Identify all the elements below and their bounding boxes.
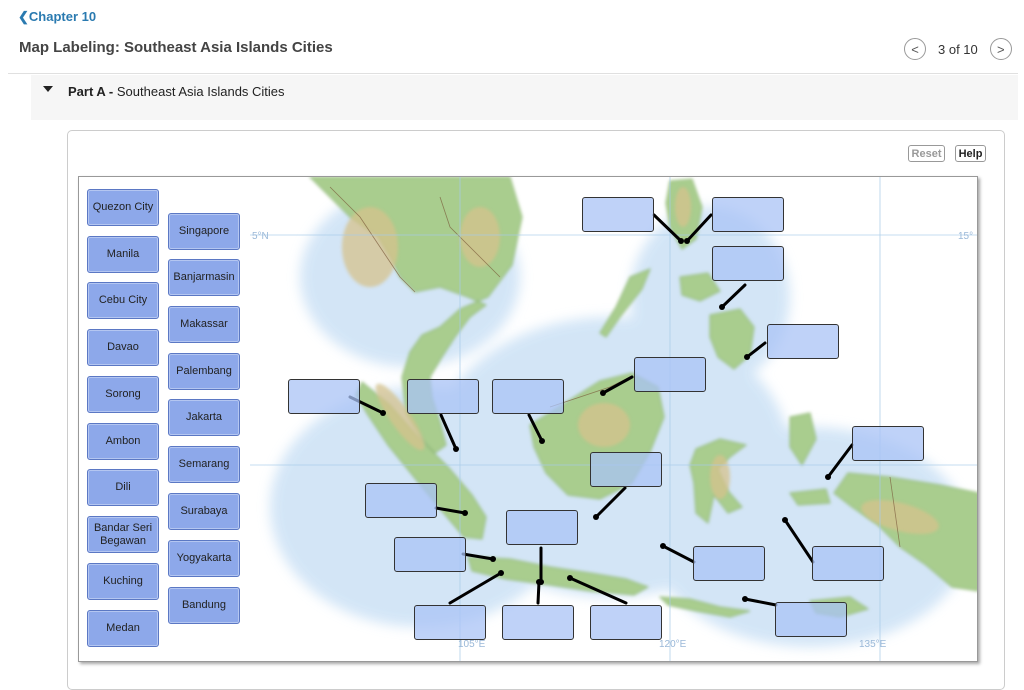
label-chip[interactable]: Dili bbox=[87, 469, 159, 506]
label-chip[interactable]: Bandar Seri Begawan bbox=[87, 516, 159, 553]
lat-label-east: 15° bbox=[958, 231, 973, 242]
drop-target[interactable] bbox=[775, 602, 847, 637]
labeling-workspace: Quezon City Manila Cebu City Davao Soron… bbox=[78, 176, 978, 662]
part-title: Part A - Southeast Asia Islands Cities bbox=[68, 84, 285, 99]
drop-target[interactable] bbox=[288, 379, 360, 414]
drop-target[interactable] bbox=[712, 246, 784, 281]
label-chip[interactable]: Singapore bbox=[168, 213, 240, 250]
drop-target[interactable] bbox=[634, 357, 706, 392]
previous-button[interactable]: < bbox=[904, 38, 926, 60]
collapse-triangle-icon[interactable] bbox=[43, 86, 53, 92]
label-chip[interactable]: Sorong bbox=[87, 376, 159, 413]
drop-target[interactable] bbox=[365, 483, 437, 518]
drop-target[interactable] bbox=[394, 537, 466, 572]
drop-target[interactable] bbox=[852, 426, 924, 461]
back-label: Chapter 10 bbox=[28, 9, 97, 24]
help-button[interactable]: Help bbox=[955, 145, 986, 162]
drop-target[interactable] bbox=[502, 605, 574, 640]
label-chip[interactable]: Makassar bbox=[168, 306, 240, 343]
lon-label: 105°E bbox=[458, 639, 486, 650]
label-chip[interactable]: Quezon City bbox=[87, 189, 159, 226]
label-chip[interactable]: Surabaya bbox=[168, 493, 240, 530]
label-chip[interactable]: Semarang bbox=[168, 446, 240, 483]
label-chip[interactable]: Manila bbox=[87, 236, 159, 273]
back-to-chapter-link[interactable]: ❮Chapter 10 bbox=[18, 9, 96, 25]
pager: < 3 of 10 > bbox=[904, 37, 1012, 61]
chevron-left-icon: ❮ bbox=[18, 9, 29, 24]
part-name: Southeast Asia Islands Cities bbox=[116, 84, 285, 99]
drop-target[interactable] bbox=[407, 379, 479, 414]
label-bank: Quezon City Manila Cebu City Davao Soron… bbox=[79, 177, 251, 661]
part-label: Part A - bbox=[68, 84, 114, 99]
drop-target[interactable] bbox=[812, 546, 884, 581]
page-title: Map Labeling: Southeast Asia Islands Cit… bbox=[19, 39, 333, 56]
label-chip[interactable]: Cebu City bbox=[87, 282, 159, 319]
drop-target[interactable] bbox=[506, 510, 578, 545]
label-chip[interactable]: Ambon bbox=[87, 423, 159, 460]
divider bbox=[8, 73, 1018, 74]
label-chip[interactable]: Medan bbox=[87, 610, 159, 647]
label-chip[interactable]: Kuching bbox=[87, 563, 159, 600]
page-count: 3 of 10 bbox=[938, 41, 978, 57]
label-chip[interactable]: Jakarta bbox=[168, 399, 240, 436]
reset-button[interactable]: Reset bbox=[908, 145, 945, 162]
drop-target[interactable] bbox=[492, 379, 564, 414]
southeast-asia-map: 5°N 15° 105°E 120°E 135°E bbox=[250, 177, 977, 661]
next-button[interactable]: > bbox=[989, 38, 1012, 60]
map-area: 5°N 15° 105°E 120°E 135°E bbox=[250, 177, 977, 661]
drop-target[interactable] bbox=[767, 324, 839, 359]
lon-label: 135°E bbox=[859, 639, 887, 650]
drop-target[interactable] bbox=[582, 197, 654, 232]
label-chip[interactable]: Palembang bbox=[168, 353, 240, 390]
lon-label: 120°E bbox=[659, 639, 687, 650]
drop-target[interactable] bbox=[414, 605, 486, 640]
label-chip[interactable]: Banjarmasin bbox=[168, 259, 240, 296]
lat-label-west: 5°N bbox=[252, 231, 269, 242]
drop-target[interactable] bbox=[693, 546, 765, 581]
chevron-right-icon: > bbox=[996, 41, 1005, 57]
label-chip[interactable]: Yogyakarta bbox=[168, 540, 240, 577]
drop-target[interactable] bbox=[590, 605, 662, 640]
label-chip[interactable]: Davao bbox=[87, 329, 159, 366]
drop-target[interactable] bbox=[590, 452, 662, 487]
chevron-left-icon: < bbox=[911, 41, 919, 57]
drop-target[interactable] bbox=[712, 197, 784, 232]
label-chip[interactable]: Bandung bbox=[168, 587, 240, 624]
